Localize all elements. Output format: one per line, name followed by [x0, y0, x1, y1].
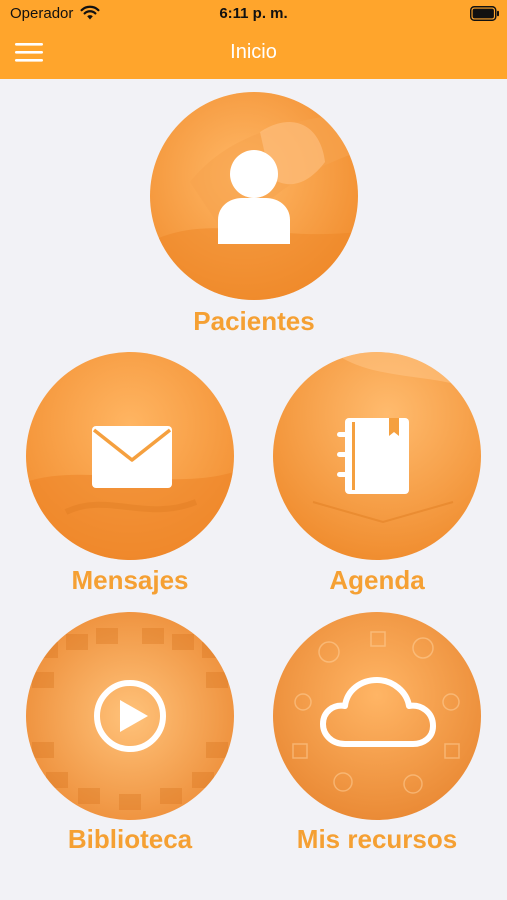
tile-mensajes-image — [26, 352, 234, 560]
user-icon — [218, 150, 290, 244]
header-bar: Operador 6:11 p. m. Inicio — [0, 0, 507, 79]
status-bar: Operador 6:11 p. m. — [0, 0, 507, 28]
tile-agenda-image — [273, 352, 481, 560]
tile-mis-recursos-image — [273, 612, 481, 820]
tile-biblioteca-label: Biblioteca — [67, 824, 193, 854]
tile-mensajes-label: Mensajes — [71, 565, 189, 595]
tile-mensajes[interactable]: Mensajes — [26, 352, 234, 597]
battery-icon — [470, 6, 499, 21]
tile-pacientes-label: Pacientes — [193, 306, 315, 336]
tile-mis-recursos[interactable]: Mis recursos — [273, 612, 481, 857]
tile-agenda[interactable]: Agenda — [273, 352, 481, 597]
notebook-icon — [337, 418, 409, 494]
play-icon — [94, 680, 166, 752]
tile-pacientes-image — [150, 92, 358, 300]
hamburger-menu-icon[interactable] — [13, 40, 47, 64]
tile-agenda-label: Agenda — [329, 565, 425, 595]
tile-mis-recursos-label: Mis recursos — [296, 824, 458, 854]
status-time: 6:11 p. m. — [219, 5, 288, 22]
tile-biblioteca[interactable]: Biblioteca — [26, 612, 234, 857]
tile-biblioteca-image — [26, 612, 234, 820]
cloud-icon — [320, 677, 436, 747]
page-title: Inicio — [230, 41, 277, 63]
tile-pacientes[interactable]: Pacientes — [150, 92, 358, 337]
envelope-icon — [92, 426, 172, 488]
